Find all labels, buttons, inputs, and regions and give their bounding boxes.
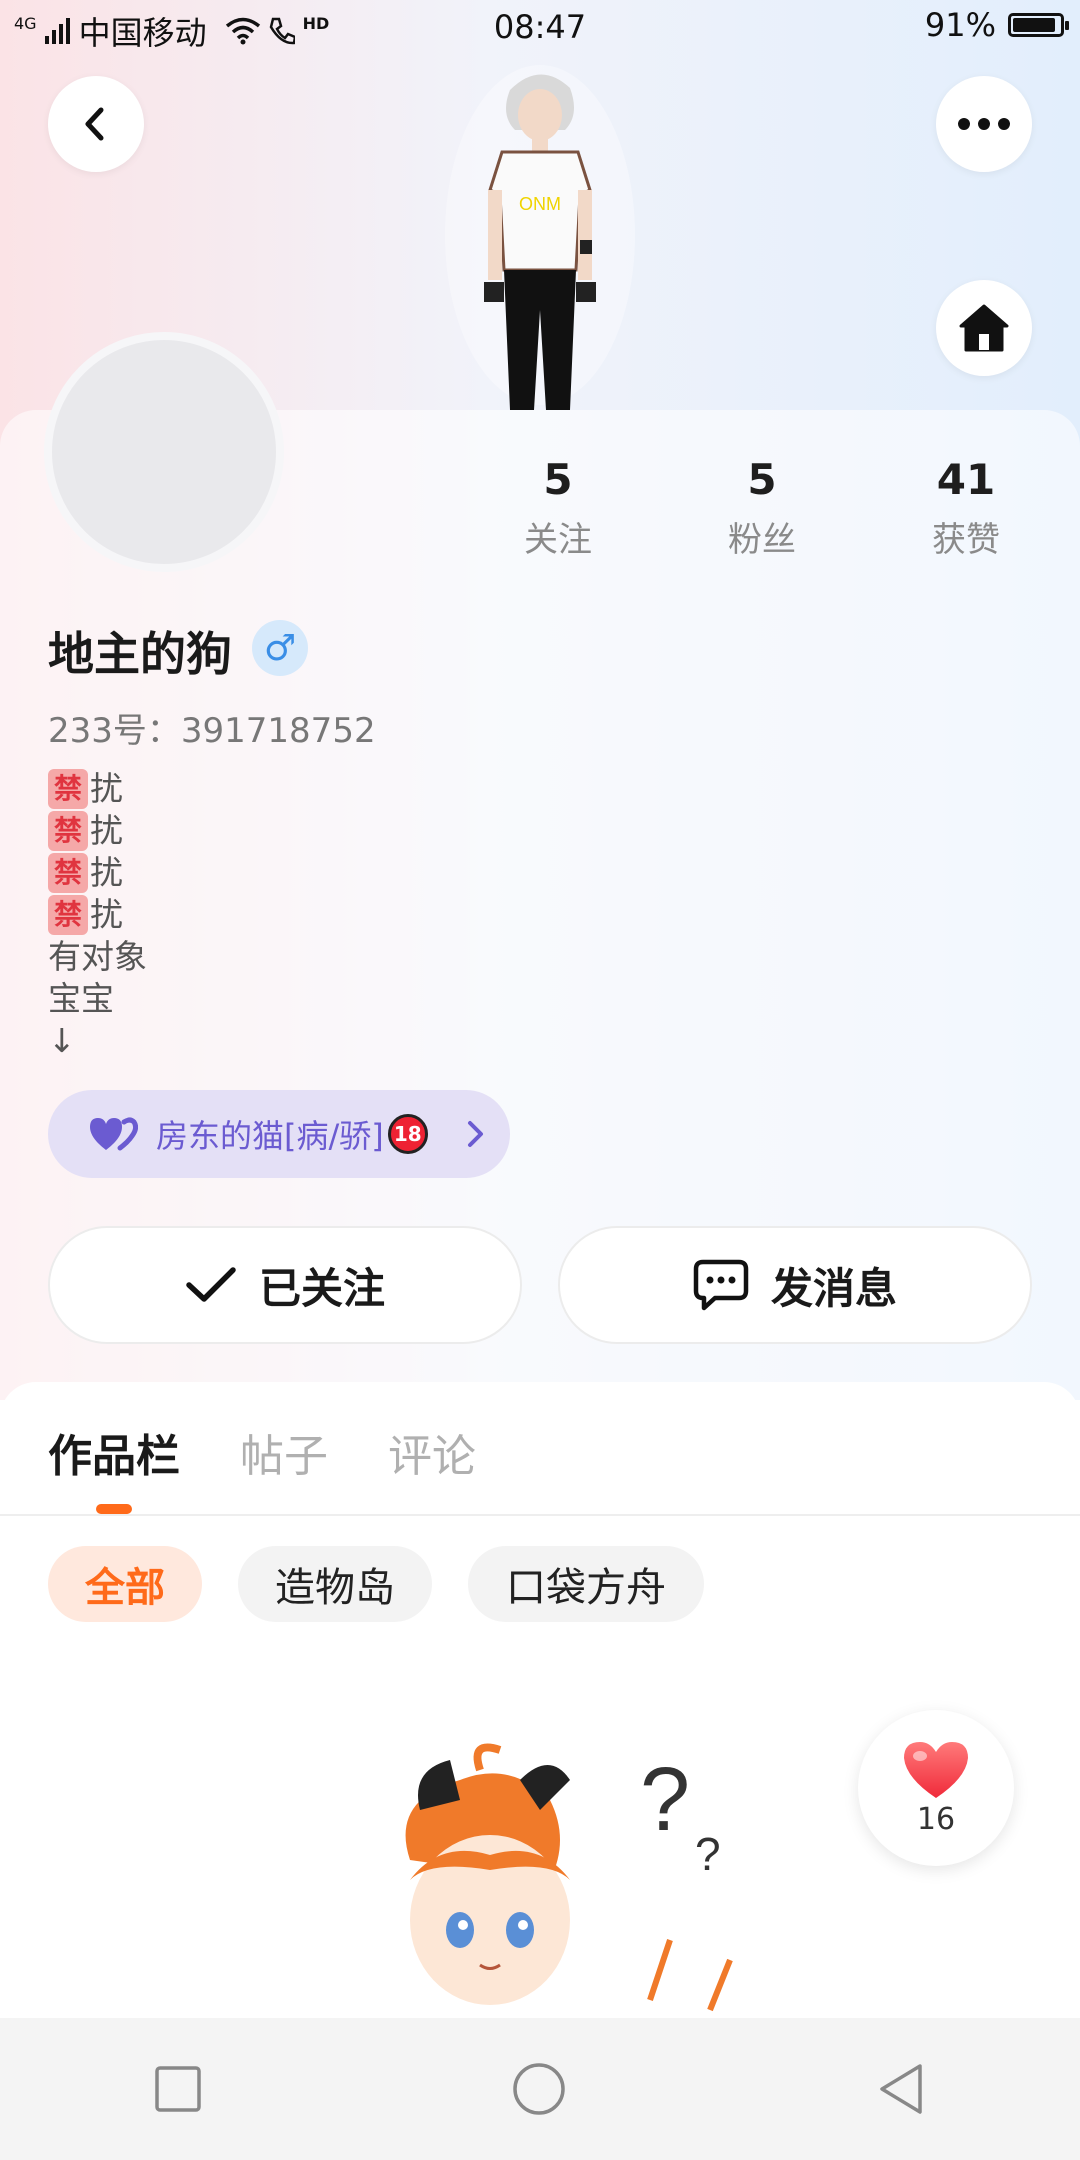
bio-line: 有对象 (48, 937, 147, 976)
empty-state-mascot: ? ? (405, 1743, 733, 2012)
stat-following-value: 5 (543, 455, 573, 504)
filter-chip-all[interactable]: 全部 (48, 1546, 202, 1622)
svg-text:?: ? (695, 1828, 721, 1880)
home-icon (959, 304, 1009, 352)
filter-chip-island[interactable]: 造物岛 (238, 1546, 432, 1622)
tab-comments[interactable]: 评论 (388, 1420, 476, 1484)
tab-indicator (96, 1504, 132, 1514)
bio-line: 禁扰 (48, 768, 147, 810)
bio-line: 禁扰 (48, 852, 147, 894)
stat-followers-label: 粉丝 (728, 520, 796, 560)
more-options-button[interactable] (936, 76, 1032, 172)
bio-line: 禁扰 (48, 894, 147, 936)
ban-emoji-icon: 禁 (48, 895, 88, 935)
system-nav-bar (0, 2018, 1080, 2160)
avatar-3d-character: ONM (445, 65, 635, 410)
filter-chip-ark[interactable]: 口袋方舟 (468, 1546, 704, 1622)
ban-emoji-icon: 禁 (48, 811, 88, 851)
follow-button-label: 已关注 (258, 1263, 385, 1313)
status-bar: 4G 中国移动 HD 08:47 91% (0, 0, 1080, 56)
age-restriction-icon: 18 (387, 1114, 428, 1154)
ban-emoji-icon: 禁 (48, 769, 88, 809)
stat-followers[interactable]: 5 粉丝 (692, 455, 832, 561)
stat-followers-value: 5 (747, 455, 777, 504)
svg-text:ONM: ONM (519, 194, 561, 214)
avatar[interactable] (44, 332, 284, 572)
more-dots-icon (958, 118, 1010, 130)
bio-text: 扰 (90, 895, 123, 934)
divider (0, 1514, 1080, 1516)
partner-name: 房东的猫[病/骄] (156, 1117, 384, 1155)
battery-level-fill (1013, 18, 1055, 32)
gender-male-icon: ♂ (252, 620, 308, 676)
couple-hearts-icon (90, 1117, 138, 1151)
ban-emoji-icon: 禁 (48, 853, 88, 893)
stat-likes-value: 41 (936, 455, 996, 504)
stat-following[interactable]: 5 关注 (488, 455, 628, 561)
battery-percent: 91% (924, 6, 996, 44)
stat-likes[interactable]: 41 获赞 (896, 455, 1036, 561)
home-nav-button[interactable] (511, 2061, 567, 2117)
chevron-right-icon (467, 1121, 483, 1147)
user-id: 233号：391718752 (48, 711, 376, 751)
svg-text:?: ? (640, 1750, 690, 1850)
bio: 禁扰 禁扰 禁扰 禁扰 有对象 宝宝 ↓ (48, 768, 147, 1062)
stat-likes-label: 获赞 (932, 520, 1000, 560)
like-button[interactable]: 16 (858, 1710, 1014, 1866)
back-button[interactable] (48, 76, 144, 172)
tab-posts[interactable]: 帖子 (240, 1420, 328, 1484)
home-button[interactable] (936, 280, 1032, 376)
message-button-label: 发消息 (770, 1263, 897, 1313)
bio-text: 扰 (90, 811, 123, 850)
battery-icon (1008, 13, 1069, 37)
recent-apps-button[interactable] (154, 2065, 202, 2113)
back-nav-button[interactable] (876, 2062, 926, 2116)
bio-line: ↓ (48, 1021, 76, 1060)
bio-line: 宝宝 (48, 979, 114, 1018)
stat-following-label: 关注 (524, 520, 592, 560)
partner-chip[interactable]: 房东的猫[病/骄] 18 (48, 1090, 510, 1178)
follow-button[interactable]: 已关注 (48, 1226, 522, 1344)
chat-bubble-icon (693, 1259, 749, 1311)
checkmark-icon (186, 1267, 236, 1302)
bio-line: 禁扰 (48, 810, 147, 852)
like-count: 16 (916, 1801, 956, 1837)
username: 地主的狗 (48, 627, 232, 681)
chevron-left-icon (85, 107, 104, 141)
tab-works[interactable]: 作品栏 (48, 1420, 180, 1484)
message-button[interactable]: 发消息 (558, 1226, 1032, 1344)
bio-text: 扰 (90, 769, 123, 808)
heart-icon (904, 1741, 968, 1798)
bio-text: 扰 (90, 853, 123, 892)
clock: 08:47 (493, 8, 587, 46)
